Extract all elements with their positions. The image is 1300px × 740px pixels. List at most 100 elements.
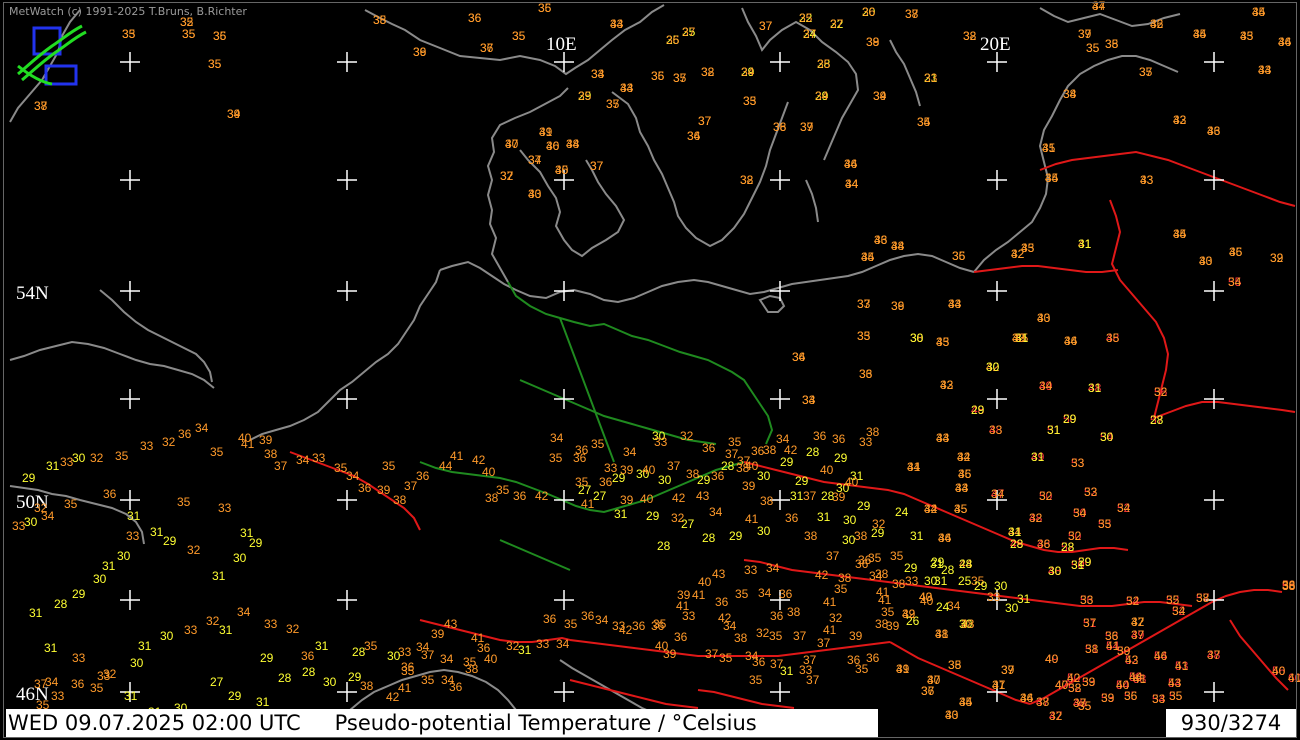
station-value: 39 [832,490,846,504]
station-value: 40 [820,463,834,477]
station-value: 41 [1133,672,1147,686]
station-value: 38 [963,29,977,43]
station-value: 33 [218,501,232,515]
station-value: 37 [857,297,871,311]
station-value: 38 [1085,642,1099,656]
station-value: 35 [653,617,667,631]
station-value: 36 [178,427,192,441]
station-value: 36 [874,233,888,247]
station-value: 29 [249,536,263,550]
station-value: 36 [687,129,701,143]
station-value: 28 [702,531,716,545]
station-value: 34 [623,445,637,459]
station-value: 36 [785,511,799,525]
station-value: 32 [206,614,220,628]
station-value: 36 [599,475,613,489]
parameter-name: Pseudo-potential Temperature / °Celsius [334,711,757,735]
station-value: 38 [393,493,407,507]
station-value: 36 [632,619,646,633]
station-value: 35 [1042,141,1056,155]
station-value: 40 [1272,664,1286,678]
station-value: 33 [122,27,136,41]
station-value: 35 [890,549,904,563]
station-value: 32 [1011,247,1025,261]
station-value: 41 [1288,671,1300,685]
station-value: 32 [829,611,843,625]
station-value: 29 [904,561,918,575]
station-value: 32 [1029,511,1043,525]
station-value: 33 [264,617,278,631]
station-value: 34 [1063,87,1077,101]
station-value: 33 [184,623,198,637]
station-value: 39 [1101,691,1115,705]
footer-title-bar: WED 09.07.2025 02:00 UTC Pseudo-potentia… [6,709,878,737]
station-value: 28 [806,445,820,459]
station-value: 34 [1252,5,1266,19]
station-value: 28 [1150,413,1164,427]
station-value: 30 [1100,430,1114,444]
station-value: 37 [667,459,681,473]
station-value: 30 [757,469,771,483]
station-value: 28 [657,539,671,553]
station-value: 37 [1083,616,1097,630]
station-value: 34 [917,115,931,129]
station-value: 34 [346,469,360,483]
station-value: 38 [760,494,774,508]
station-value: 38 [961,617,975,631]
station-value: 31 [102,559,116,573]
station-value: 37 [34,677,48,691]
station-value: 31 [219,623,233,637]
station-value: 36 [866,651,880,665]
station-value: 33 [528,187,542,201]
station-value: 38 [734,631,748,645]
frame-counter: 930/3274 [1166,709,1296,737]
station-value: 31 [138,639,152,653]
station-value: 35 [1098,517,1112,531]
station-value: 34 [1073,506,1087,520]
station-value: 37 [803,489,817,503]
station-value: 31 [930,557,944,571]
station-value: 41 [692,588,706,602]
station-value: 31 [1088,381,1102,395]
station-value: 38 [1036,695,1050,709]
station-value: 35 [213,29,227,43]
station-value: 30 [986,360,1000,374]
station-value: 30 [160,629,174,643]
station-value: 38 [1196,591,1210,605]
station-value: 33 [312,451,326,465]
station-value: 34 [741,65,755,79]
station-value: 29 [795,474,809,488]
station-value: 39 [259,433,273,447]
station-value: 30 [387,649,401,663]
station-value: 33 [940,378,954,392]
station-value: 35 [1169,689,1183,703]
station-value: 36 [891,299,905,313]
station-value: 30 [910,331,924,345]
station-value: 30 [72,451,86,465]
station-value: 44 [566,137,580,151]
station-value: 35 [817,57,831,71]
station-value: 24 [895,505,909,519]
station-value: 37 [705,647,719,661]
station-value: 38 [905,7,919,21]
station-value: 35 [373,13,387,27]
station-value: 36 [468,11,482,25]
station-value: 32 [1126,594,1140,608]
station-value: 35 [799,11,813,25]
station-value: 36 [666,33,680,47]
station-value: 38 [763,443,777,457]
station-value: 36 [1124,689,1138,703]
station-value: 35 [952,249,966,263]
station-value: 36 [813,429,827,443]
station-value: 32 [701,65,715,79]
station-value: 34 [1039,379,1053,393]
station-value: 36 [702,441,716,455]
station-value: 41 [539,125,553,139]
station-value: 33 [60,455,74,469]
station-value: 43 [712,567,726,581]
station-value: 28 [54,597,68,611]
station-value: 31 [614,507,628,521]
station-value: 31 [29,606,43,620]
station-value: 31 [1031,450,1045,464]
station-value: 34 [195,421,209,435]
